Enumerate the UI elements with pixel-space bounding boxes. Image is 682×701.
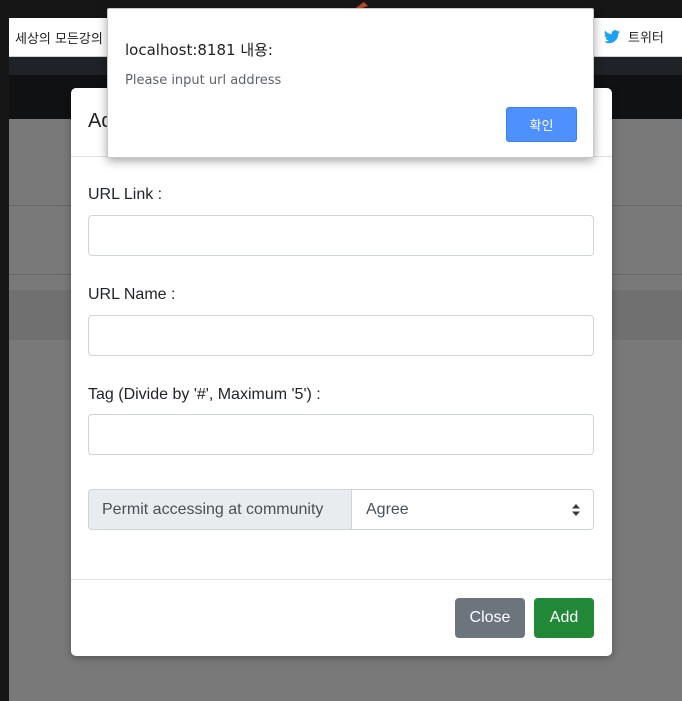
modal-footer	[71, 579, 612, 656]
alert-dialog: localhost:8181 내용: Please input url addr…	[107, 8, 594, 158]
tag-input[interactable]	[88, 414, 594, 455]
alert-title: localhost:8181 내용:	[125, 41, 273, 59]
add-button[interactable]: Add	[534, 598, 594, 638]
url-name-label: URL Name :	[88, 286, 176, 303]
permit-input-group: Permit accessing at community Agree	[88, 489, 594, 530]
tag-label: Tag (Divide by '#', Maximum '5') :	[88, 386, 321, 403]
bookmark-label-twitter: 트위터	[628, 31, 664, 46]
twitter-bird-icon	[604, 29, 620, 43]
url-link-input[interactable]	[88, 215, 594, 256]
url-link-label: URL Link :	[88, 186, 163, 203]
bookmark-item-lectures[interactable]: 세상의 모든강의	[15, 28, 103, 47]
permit-label: Permit accessing at community	[88, 489, 352, 530]
url-name-input[interactable]	[88, 315, 594, 356]
add-url-modal: Ad URL Link : URL Name : Tag (Divide by …	[71, 88, 612, 656]
permit-select[interactable]: Agree	[352, 489, 594, 530]
alert-message: Please input url address	[125, 73, 282, 88]
updown-caret-icon	[572, 504, 580, 516]
alert-ok-button[interactable]: 확인	[506, 107, 577, 142]
permit-selected-value: Agree	[366, 500, 409, 518]
close-button[interactable]: Close	[455, 598, 525, 638]
bookmark-item-twitter[interactable]: 트위터	[604, 27, 664, 46]
